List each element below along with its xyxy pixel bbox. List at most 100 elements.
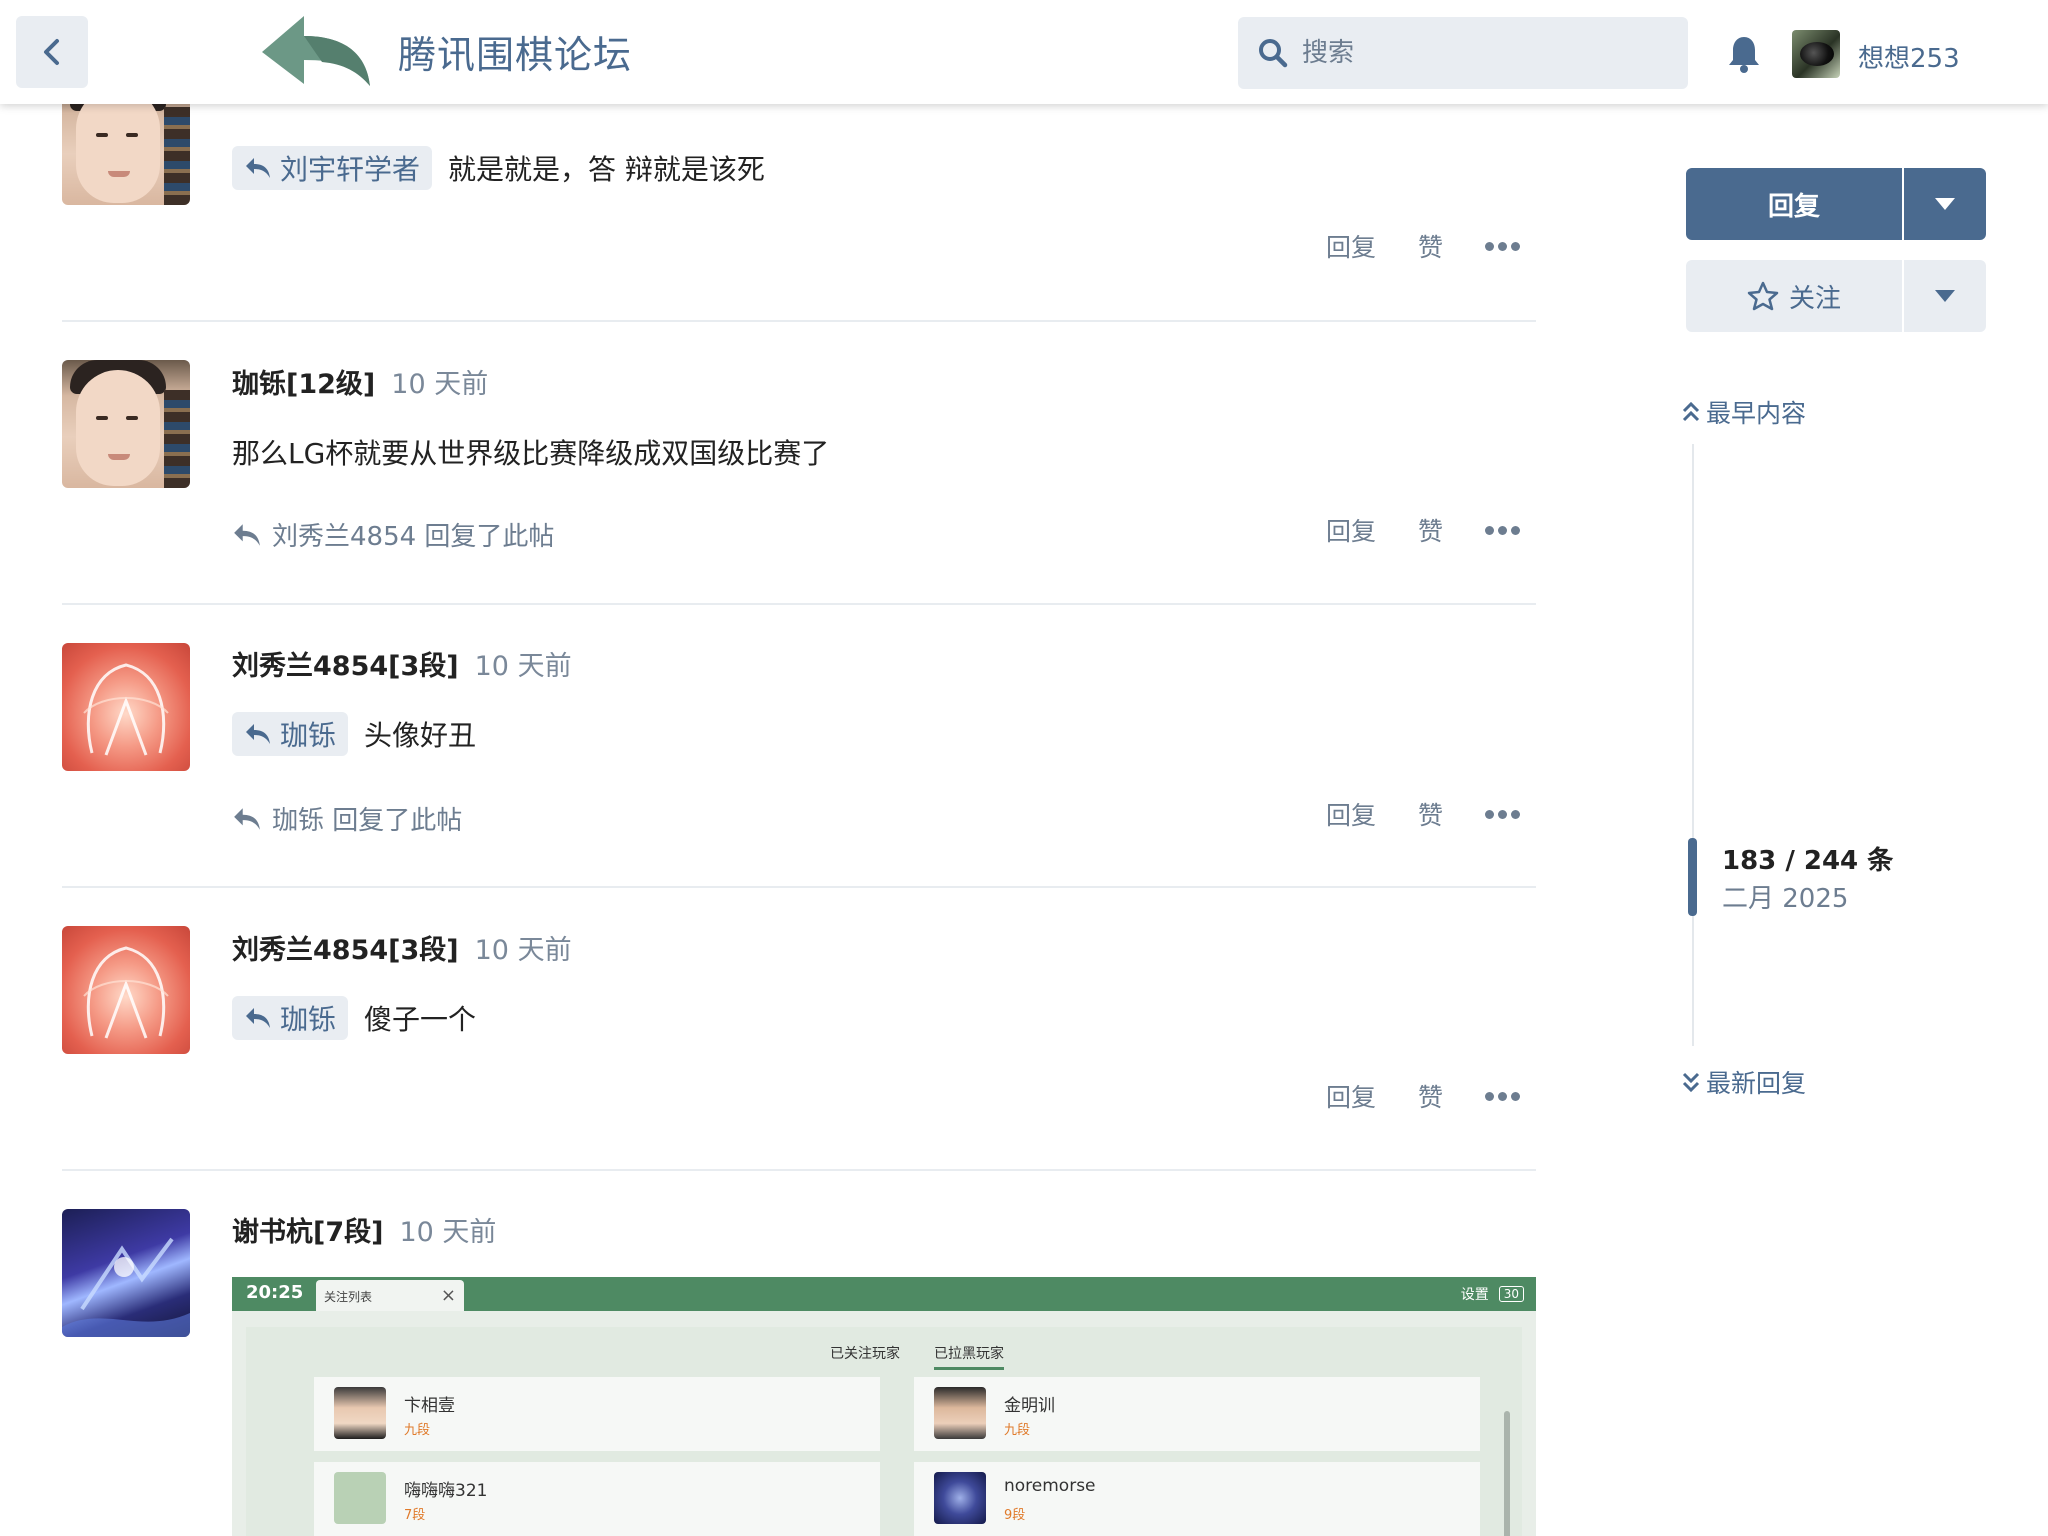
like-link[interactable]: 赞: [1418, 512, 1443, 548]
more-options-icon[interactable]: [1485, 525, 1521, 535]
more-options-icon[interactable]: [1485, 1091, 1521, 1101]
embed-tab-label: 关注列表: [324, 1290, 373, 1304]
post-header: 刘秀兰4854[3段] 10 天前: [232, 928, 572, 967]
embed-player-name: noremorse: [1004, 1476, 1096, 1496]
post-body: 珈铄 头像好丑: [232, 712, 476, 756]
post-text: 那么LG杯就要从世界级比赛降级成双国级比赛了: [232, 437, 830, 470]
timeline-track[interactable]: [1692, 444, 1694, 1046]
embed-tab: 关注列表 ×: [316, 1280, 464, 1311]
like-link[interactable]: 赞: [1418, 796, 1443, 832]
embed-player-card: 嗨嗨嗨321 7段: [314, 1462, 880, 1536]
reply-arrow-icon: [246, 1008, 270, 1028]
reply-arrow-icon: [246, 158, 270, 178]
embed-player-rank: 九段: [404, 1423, 431, 1438]
post-divider: [62, 320, 1536, 322]
follow-dropdown-button[interactable]: [1904, 260, 1986, 332]
follow-button-group: 关注: [1686, 260, 1986, 332]
embed-player-photo: [334, 1472, 386, 1524]
embed-player-name: 嗨嗨嗨321: [404, 1481, 488, 1501]
replied-info-text: 刘秀兰4854 回复了此帖: [272, 522, 555, 552]
mention-badge[interactable]: 珈铄: [232, 712, 349, 756]
post-time[interactable]: 10 天前: [475, 651, 572, 682]
more-options-icon[interactable]: [1485, 241, 1521, 251]
post-author[interactable]: 珈铄[12级]: [232, 369, 375, 400]
embed-player-photo: [934, 1472, 986, 1524]
embed-settings-label: 设置: [1460, 1287, 1489, 1303]
reply-arrow-icon: [234, 807, 260, 830]
forum-logo-icon[interactable]: [262, 12, 372, 92]
post-body: 刘宇轩学者 就是就是，答 辩就是该死: [232, 146, 765, 190]
site-title[interactable]: 腾讯围棋论坛: [398, 24, 632, 79]
mention-badge[interactable]: 珈铄: [232, 996, 349, 1040]
embed-tabs: 已关注玩家 已拉黑玩家: [830, 1343, 1004, 1370]
avatar[interactable]: [62, 1209, 190, 1337]
post-author[interactable]: 刘秀兰4854[3段]: [232, 651, 459, 682]
embed-player-card: 卞相壹 九段: [314, 1377, 880, 1451]
user-avatar[interactable]: [1792, 30, 1840, 78]
star-icon: [1747, 281, 1779, 311]
reply-link[interactable]: 回复: [1326, 512, 1376, 548]
post-author[interactable]: 刘秀兰4854[3段]: [232, 935, 459, 966]
like-link[interactable]: 赞: [1418, 1078, 1443, 1114]
embed-tab-close: ×: [440, 1285, 456, 1306]
post-body: 那么LG杯就要从世界级比赛降级成双国级比赛了: [232, 432, 829, 472]
embed-player-photo: [334, 1387, 386, 1439]
embed-player-rank: 9段: [1004, 1508, 1026, 1523]
post-time[interactable]: 10 天前: [391, 369, 488, 400]
app-root: 腾讯围棋论坛 想想253 刘宇轩学者 就是就是，答 辩就是该死 回复 赞: [0, 0, 2048, 1536]
back-button[interactable]: [16, 16, 88, 88]
timeline-earliest-link[interactable]: 最早内容: [1682, 394, 1806, 430]
embed-player-name: 金明训: [1004, 1396, 1055, 1416]
replied-info[interactable]: 刘秀兰4854 回复了此帖: [232, 516, 554, 553]
embed-player-rank: 7段: [404, 1508, 426, 1523]
mention-name: 珈铄: [280, 719, 337, 752]
avatar[interactable]: [62, 926, 190, 1054]
like-link[interactable]: 赞: [1418, 228, 1443, 264]
double-chevron-down-icon: [1682, 1072, 1700, 1093]
reply-link[interactable]: 回复: [1326, 228, 1376, 264]
post-actions: 回复 赞: [1326, 228, 1521, 264]
avatar[interactable]: [62, 643, 190, 771]
embed-panel: 已关注玩家 已拉黑玩家 卞相壹 九段 金明训 九段 嗨嗨嗨321 7段 nore…: [246, 1327, 1522, 1536]
embed-tab-blocked: 已拉黑玩家: [934, 1343, 1004, 1370]
avatar[interactable]: [62, 360, 190, 488]
replied-info[interactable]: 珈铄 回复了此帖: [232, 800, 462, 837]
post-time[interactable]: 10 天前: [399, 1217, 496, 1248]
embed-player-rank: 九段: [1004, 1423, 1031, 1438]
post-header: 珈铄[12级] 10 天前: [232, 362, 488, 401]
post-body: 珈铄 傻子一个: [232, 996, 476, 1040]
embed-scrollbar: [1504, 1411, 1510, 1536]
timeline-earliest-label: 最早内容: [1706, 399, 1807, 428]
mention-badge[interactable]: 刘宇轩学者: [232, 146, 433, 190]
mention-name: 刘宇轩学者: [280, 153, 421, 186]
more-options-icon[interactable]: [1485, 809, 1521, 819]
follow-button[interactable]: 关注: [1686, 260, 1902, 332]
post-time[interactable]: 10 天前: [475, 935, 572, 966]
post-author[interactable]: 谢书杭[7段]: [232, 1217, 383, 1248]
timeline-handle[interactable]: [1688, 838, 1697, 916]
username[interactable]: 想想253: [1858, 38, 1960, 75]
reply-arrow-icon: [246, 724, 270, 744]
top-header: 腾讯围棋论坛 想想253: [0, 0, 2048, 104]
double-chevron-up-icon: [1682, 401, 1700, 422]
search-input[interactable]: [1302, 38, 1682, 68]
post-divider: [62, 603, 1536, 605]
reply-dropdown-button[interactable]: [1904, 168, 1986, 240]
embed-player-photo: [934, 1387, 986, 1439]
mention-name: 珈铄: [280, 1003, 337, 1036]
reply-link[interactable]: 回复: [1326, 1078, 1376, 1114]
caret-down-icon: [1935, 290, 1955, 302]
bell-icon[interactable]: [1726, 34, 1762, 74]
post-actions: 回复 赞: [1326, 512, 1521, 548]
reply-button-group: 回复: [1686, 168, 1986, 240]
embedded-screenshot[interactable]: 20:25 关注列表 × 设置 30 已关注玩家 已拉黑玩家 卞相壹 九段 金明…: [232, 1277, 1536, 1536]
post-text: 就是就是，答 辩就是该死: [448, 153, 765, 186]
embed-battery: 30: [1498, 1286, 1524, 1302]
embed-player-name: 卞相壹: [404, 1396, 455, 1416]
search-box[interactable]: [1238, 17, 1688, 89]
reply-link[interactable]: 回复: [1326, 796, 1376, 832]
post-text: 傻子一个: [364, 1003, 477, 1036]
reply-button[interactable]: 回复: [1686, 168, 1902, 240]
timeline-latest-link[interactable]: 最新回复: [1682, 1064, 1806, 1100]
post-header: 刘秀兰4854[3段] 10 天前: [232, 644, 572, 683]
